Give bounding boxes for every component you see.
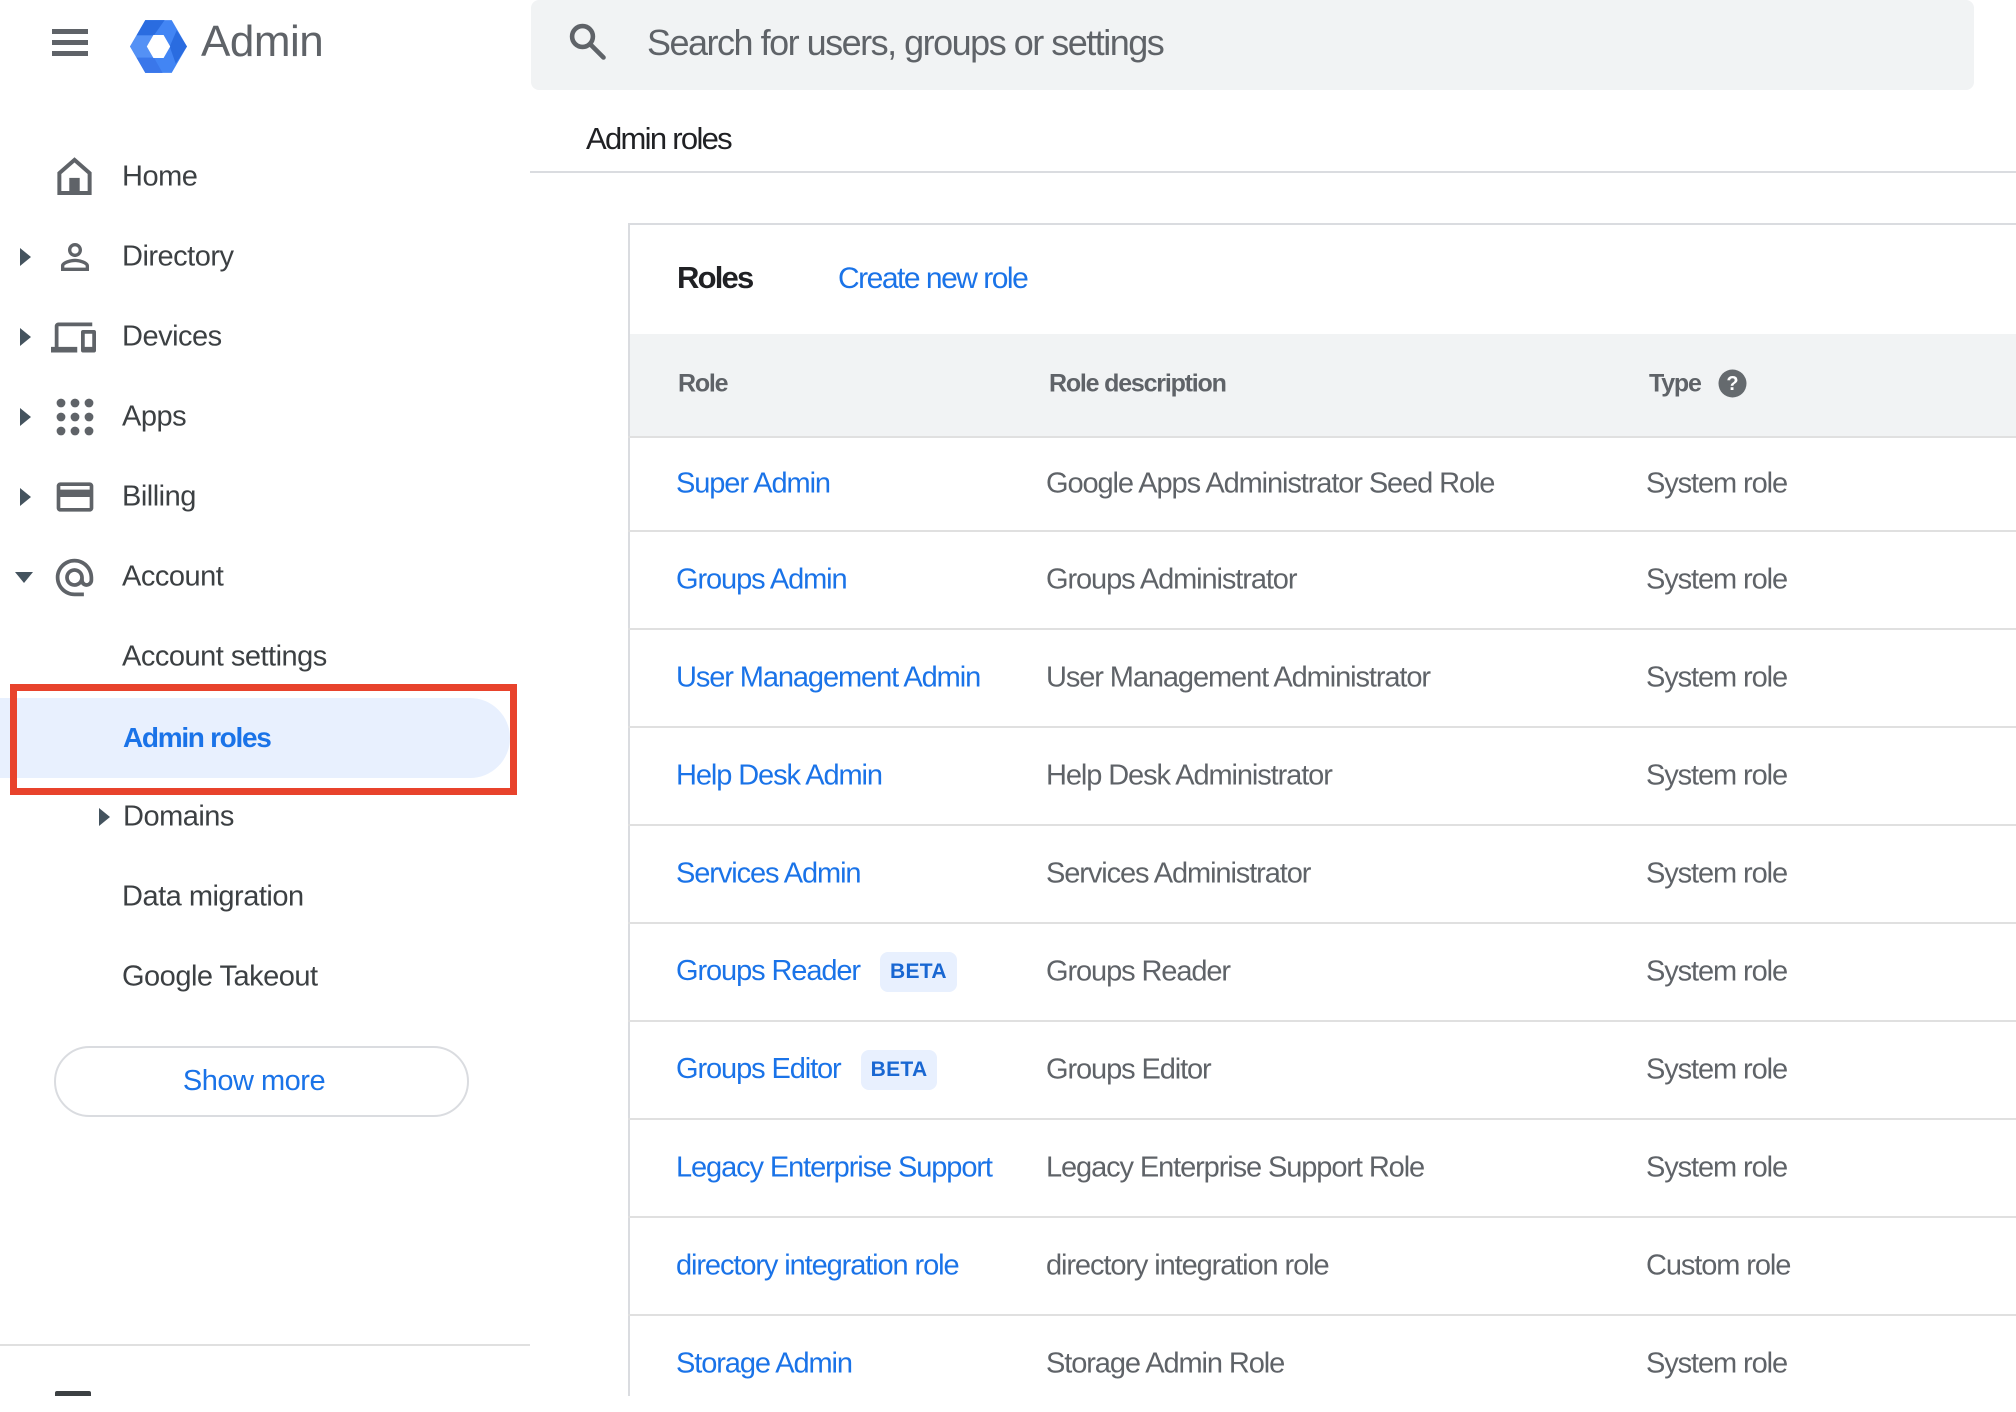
svg-text:?: ? <box>1726 373 1738 395</box>
